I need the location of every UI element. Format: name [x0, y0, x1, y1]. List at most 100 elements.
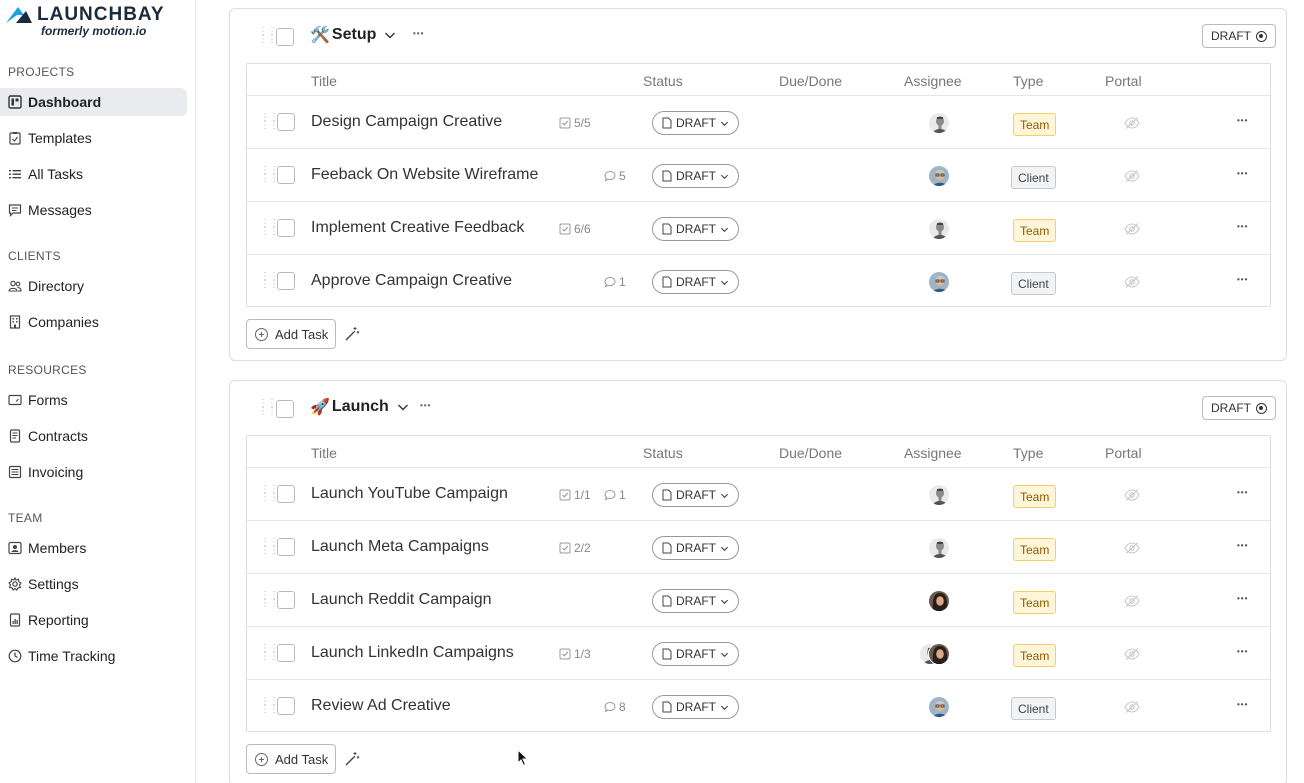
drag-handle-icon[interactable]: ⋮⋮ ⋮⋮	[258, 27, 277, 45]
sidebar-item-templates[interactable]: Templates	[0, 124, 187, 152]
task-checkbox[interactable]	[277, 485, 295, 503]
stage-checkbox[interactable]	[276, 400, 294, 418]
task-title[interactable]: Implement Creative Feedback	[311, 219, 524, 237]
assignee-avatar[interactable]	[928, 271, 950, 293]
task-type-badge: Team	[1013, 538, 1057, 561]
task-status-dropdown[interactable]: DRAFT	[652, 483, 739, 507]
assignee-avatar[interactable]	[928, 590, 950, 612]
drag-handle-icon[interactable]: ⋮⋮ ⋮⋮	[260, 166, 279, 184]
task-more-options-icon[interactable]: •••	[1237, 222, 1248, 231]
task-checkbox[interactable]	[277, 113, 295, 131]
sidebar-item-companies[interactable]: Companies	[0, 308, 187, 336]
task-more-options-icon[interactable]: •••	[1237, 541, 1248, 550]
task-row[interactable]: ⋮⋮ ⋮⋮ Launch LinkedIn Campaigns 1/3 DRAFT Tea…	[247, 627, 1270, 680]
task-more-options-icon[interactable]: •••	[1237, 594, 1248, 603]
task-row[interactable]: ⋮⋮ ⋮⋮ Launch Meta Campaigns 2/2 DRAFT Team •••	[247, 521, 1270, 574]
task-title[interactable]: Feeback On Website Wireframe	[311, 166, 538, 184]
task-title[interactable]: Approve Campaign Creative	[311, 272, 512, 290]
task-row[interactable]: ⋮⋮ ⋮⋮ Launch YouTube Campaign 1/1 1 DRAFT Team…	[247, 468, 1270, 521]
stage-status-badge[interactable]: DRAFT	[1202, 24, 1276, 48]
magic-wand-icon[interactable]	[344, 326, 360, 342]
sidebar-item-settings[interactable]: Settings	[0, 570, 187, 598]
task-row[interactable]: ⋮⋮ ⋮⋮ Feeback On Website Wireframe 5 DRAFT Cl…	[247, 149, 1270, 202]
task-row[interactable]: ⋮⋮ ⋮⋮ Design Campaign Creative 5/5 DRAFT Team…	[247, 96, 1270, 149]
task-checkbox[interactable]	[277, 272, 295, 290]
task-checkbox[interactable]	[277, 538, 295, 556]
assignee-avatar[interactable]	[928, 537, 950, 559]
task-more-options-icon[interactable]: •••	[1237, 116, 1248, 125]
drag-handle-icon[interactable]: ⋮⋮ ⋮⋮	[260, 591, 279, 609]
task-status-dropdown[interactable]: DRAFT	[652, 642, 739, 666]
add-task-button[interactable]: Add Task	[246, 744, 336, 774]
drag-handle-icon[interactable]: ⋮⋮ ⋮⋮	[260, 272, 279, 290]
task-checkbox[interactable]	[277, 219, 295, 237]
stage-title[interactable]: 🛠️ Setup	[310, 25, 396, 45]
task-title[interactable]: Design Campaign Creative	[311, 113, 502, 131]
task-status-dropdown[interactable]: DRAFT	[652, 589, 739, 613]
assignee-avatar[interactable]	[928, 696, 950, 718]
task-status-dropdown[interactable]: DRAFT	[652, 536, 739, 560]
sidebar-item-invoicing[interactable]: Invoicing	[0, 458, 187, 486]
stage-checkbox[interactable]	[276, 28, 294, 46]
drag-handle-icon[interactable]: ⋮⋮ ⋮⋮	[260, 644, 279, 662]
sidebar-item-all-tasks[interactable]: All Tasks	[0, 160, 187, 188]
drag-handle-icon[interactable]: ⋮⋮ ⋮⋮	[260, 113, 279, 131]
task-status-dropdown[interactable]: DRAFT	[652, 695, 739, 719]
stage-more-options-icon[interactable]: •••	[413, 29, 424, 38]
comment-value: 1	[619, 275, 626, 289]
stage-status-badge[interactable]: DRAFT	[1202, 396, 1276, 420]
task-row[interactable]: ⋮⋮ ⋮⋮ Implement Creative Feedback 6/6 DRAFT T…	[247, 202, 1270, 255]
comment-count: 8	[604, 700, 626, 714]
task-more-options-icon[interactable]: •••	[1237, 275, 1248, 284]
task-more-options-icon[interactable]: •••	[1237, 700, 1248, 709]
drag-handle-icon[interactable]: ⋮⋮ ⋮⋮	[260, 697, 279, 715]
task-more-options-icon[interactable]: •••	[1237, 169, 1248, 178]
task-status-dropdown[interactable]: DRAFT	[652, 111, 739, 135]
sidebar-item-messages[interactable]: Messages	[0, 196, 187, 224]
task-title[interactable]: Launch Meta Campaigns	[311, 538, 489, 556]
sidebar-item-time-tracking[interactable]: Time Tracking	[0, 642, 187, 670]
task-more-options-icon[interactable]: •••	[1237, 647, 1248, 656]
task-type-badge: Team	[1013, 219, 1057, 242]
task-checkbox[interactable]	[277, 166, 295, 184]
checklist-value: 1/3	[574, 647, 591, 661]
task-checkbox[interactable]	[277, 697, 295, 715]
comment-value: 5	[619, 169, 626, 183]
task-checkbox[interactable]	[277, 644, 295, 662]
task-status-dropdown[interactable]: DRAFT	[652, 164, 739, 188]
task-row[interactable]: ⋮⋮ ⋮⋮ Launch Reddit Campaign DRAFT Team •••	[247, 574, 1270, 627]
sidebar-section-label: CLIENTS	[8, 249, 61, 263]
sidebar-item-contracts[interactable]: Contracts	[0, 422, 187, 450]
task-type-badge: Client	[1011, 697, 1056, 720]
task-row[interactable]: ⋮⋮ ⋮⋮ Review Ad Creative 8 DRAFT Client •••	[247, 680, 1270, 733]
stage-title[interactable]: 🚀 Launch	[310, 397, 409, 417]
drag-handle-icon[interactable]: ⋮⋮ ⋮⋮	[260, 538, 279, 556]
assignee-avatar[interactable]	[928, 643, 950, 665]
assignee-avatar[interactable]	[928, 218, 950, 240]
assignee-avatar[interactable]	[928, 165, 950, 187]
sidebar-item-dashboard[interactable]: Dashboard	[0, 88, 187, 116]
assignee-avatar[interactable]	[928, 484, 950, 506]
task-status-dropdown[interactable]: DRAFT	[652, 217, 739, 241]
stage-more-options-icon[interactable]: •••	[420, 401, 431, 410]
task-title[interactable]: Launch LinkedIn Campaigns	[311, 644, 514, 662]
task-title[interactable]: Review Ad Creative	[311, 697, 451, 715]
task-checkbox[interactable]	[277, 591, 295, 609]
sidebar-item-reporting[interactable]: Reporting	[0, 606, 187, 634]
assignee-avatar[interactable]	[928, 112, 950, 134]
sidebar-item-members[interactable]: Members	[0, 534, 187, 562]
task-status-dropdown[interactable]: DRAFT	[652, 270, 739, 294]
drag-handle-icon[interactable]: ⋮⋮ ⋮⋮	[260, 219, 279, 237]
task-title[interactable]: Launch YouTube Campaign	[311, 485, 508, 503]
drag-handle-icon[interactable]: ⋮⋮ ⋮⋮	[260, 485, 279, 503]
task-more-options-icon[interactable]: •••	[1237, 488, 1248, 497]
task-row[interactable]: ⋮⋮ ⋮⋮ Approve Campaign Creative 1 DRAFT Clien…	[247, 255, 1270, 308]
sidebar-item-forms[interactable]: Forms	[0, 386, 187, 414]
drag-handle-icon[interactable]: ⋮⋮ ⋮⋮	[258, 399, 277, 417]
sidebar-item-directory[interactable]: Directory	[0, 272, 187, 300]
logo[interactable]: LAUNCHBAY formerly motion.io	[4, 4, 165, 38]
document-icon	[8, 429, 22, 443]
add-task-button[interactable]: Add Task	[246, 319, 336, 349]
task-title[interactable]: Launch Reddit Campaign	[311, 591, 492, 609]
magic-wand-icon[interactable]	[344, 751, 360, 767]
